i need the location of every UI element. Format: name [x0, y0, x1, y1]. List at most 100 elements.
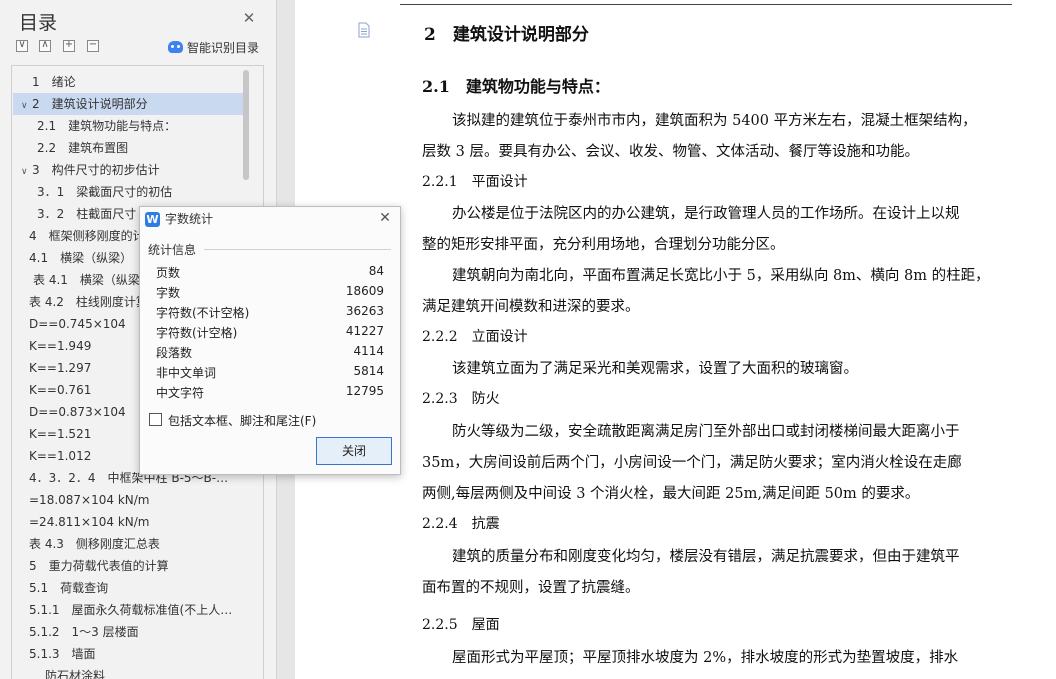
add-level-icon[interactable]: +: [63, 39, 75, 52]
dialog-title: 字数统计: [165, 212, 214, 226]
paragraph-line: 该拟建的建筑位于泰州市市内，建筑面积为 5400 平方米左右，混凝土框架结构，: [452, 113, 977, 129]
subsection-heading: 2.2.3 防火: [422, 391, 500, 407]
toc-item-label: 2.1 建筑物功能与特点：: [37, 119, 177, 133]
subsection-heading: 2.2.5 屋面: [422, 617, 500, 633]
stats-group-label: 统计信息: [148, 243, 197, 257]
include-textbox-label[interactable]: 包括文本框、脚注和尾注(F): [168, 412, 316, 429]
stat-label: 字数: [156, 286, 181, 300]
stat-label: 字符数(计空格): [156, 326, 238, 340]
stat-value: 5814: [353, 364, 384, 378]
subsection-heading: 2.1 建筑物功能与特点：: [422, 77, 610, 96]
smart-toc-label: 智能识别目录: [187, 40, 260, 55]
smart-toc-button[interactable]: 智能识别目录: [168, 38, 259, 56]
toc-item-label: 2 建筑设计说明部分: [32, 97, 148, 111]
subsection-heading: 2.2.2 立面设计: [422, 329, 528, 345]
toc-item[interactable]: 2.2 建筑布置图: [13, 137, 244, 159]
toc-item-label: 表 4.3 侧移刚度汇总表: [29, 537, 160, 551]
toc-item[interactable]: 5.1.2 1～3 层楼面: [13, 621, 244, 643]
toc-item[interactable]: ∨ 2 建筑设计说明部分: [13, 93, 244, 115]
page-header-rule: [400, 4, 1012, 5]
toc-item-label: K==1.297: [29, 361, 92, 375]
section-heading: 2 建筑设计说明部分: [424, 25, 589, 45]
word-count-dialog: W 字数统计 ✕ 统计信息 页数 84 字数 18609 字符数(不计空格) 36263 字…: [139, 206, 401, 475]
toc-item-label: K==1.012: [29, 449, 92, 463]
toc-item-label: K==1.949: [29, 339, 92, 353]
toc-item[interactable]: =24.811×104 kN/m: [13, 511, 244, 533]
toc-item-label: =24.811×104 kN/m: [29, 515, 150, 529]
stat-value: 41227: [345, 324, 384, 338]
toc-item-label: 表 4.2 柱线刚度计算: [29, 295, 148, 309]
toc-item-label: 5.1.1 屋面永久荷载标准值(不上人…: [29, 603, 233, 617]
stat-label: 页数: [156, 266, 181, 280]
wps-writer-icon: W: [145, 212, 160, 227]
paragraph-line: 面布置的不规则，设置了抗震缝。: [422, 580, 640, 596]
paragraph-line: 屋面形式为平屋顶；平屋顶排水坡度为 2%，排水坡度的形式为垫置坡度，排水: [452, 650, 959, 666]
toc-item-label: 5 重力荷载代表值的计算: [29, 559, 169, 573]
toc-item-label: 3．2 柱截面尺寸: [37, 207, 137, 221]
document-icon[interactable]: [356, 22, 372, 38]
toc-item[interactable]: 5 重力荷载代表值的计算: [13, 555, 244, 577]
toc-item-label: 2.2 建筑布置图: [37, 141, 129, 155]
toc-item-label: 3 构件尺寸的初步估计: [32, 163, 160, 177]
toc-item-label: 4.1 横梁（纵梁）: [29, 251, 133, 265]
stat-label: 段落数: [156, 346, 193, 360]
toc-item-label: K==1.521: [29, 427, 92, 441]
robot-icon: [168, 41, 183, 53]
toc-item-label: 4 框架侧移刚度的计算: [29, 229, 157, 243]
paragraph-line: 防火等级为二级，安全疏散距离满足房门至外部出口或封闭楼梯间最大距离小于: [452, 424, 960, 440]
include-textbox-checkbox[interactable]: [149, 413, 162, 426]
toc-item-label: D==0.873×104: [29, 405, 126, 419]
document-page[interactable]: [295, 0, 1056, 679]
stat-label: 非中文单词: [156, 366, 217, 380]
toc-item[interactable]: 2.1 建筑物功能与特点：: [13, 115, 244, 137]
paragraph-line: 建筑朝向为南北向，平面布置满足长宽比小于 5，采用纵向 8m、横向 8m 的柱距…: [452, 268, 990, 284]
toc-item-label: =18.087×104 kN/m: [29, 493, 150, 507]
subsection-heading: 2.2.1 平面设计: [422, 174, 528, 190]
paragraph-line: 建筑的质量分布和刚度变化均匀，楼层没有错层，满足抗震要求，但由于建筑平: [452, 549, 960, 565]
toc-item-label: 5.1 荷载查询: [29, 581, 109, 595]
paragraph-line: 35m，大房间设前后两个门，小房间设一个门，满足防火要求；室内消火栓设在走廊: [422, 455, 962, 471]
toc-item-label: 3．1 梁截面尺寸的初估: [37, 185, 173, 199]
stat-value: 12795: [345, 384, 384, 398]
group-divider: [204, 249, 391, 250]
toc-item-label: K==0.761: [29, 383, 92, 397]
expand-all-icon[interactable]: ∧: [39, 39, 51, 52]
toc-item[interactable]: =18.087×104 kN/m: [13, 489, 244, 511]
toc-item-label: 5.1.3 墙面: [29, 647, 96, 661]
close-icon[interactable]: ✕: [241, 10, 257, 26]
toc-item[interactable]: 5.1.3 墙面: [13, 643, 244, 665]
toc-item[interactable]: 防石材涂料: [13, 665, 244, 679]
dialog-close-icon[interactable]: ✕: [378, 211, 392, 225]
stat-label: 中文字符: [156, 386, 205, 400]
toc-item-label: 防石材涂料: [45, 669, 106, 679]
toc-scrollbar[interactable]: [243, 70, 249, 180]
paragraph-line: 该建筑立面为了满足采光和美观需求，设置了大面积的玻璃窗。: [452, 361, 858, 377]
stat-value: 84: [368, 264, 384, 278]
stat-value: 18609: [345, 284, 384, 298]
paragraph-line: 两侧,每层两侧及中间设 3 个消火栓，最大间距 25m,满足间距 50m 的要求…: [422, 486, 920, 502]
toc-item-label: 1 绪论: [32, 75, 76, 89]
toc-item[interactable]: 5.1 荷载查询: [13, 577, 244, 599]
paragraph-line: 办公楼是位于法院区内的办公建筑，是行政管理人员的工作场所。在设计上以规: [452, 206, 960, 222]
close-button[interactable]: 关闭: [316, 437, 392, 465]
toc-item-label: 表 4.1 横梁（纵梁）: [33, 273, 152, 287]
remove-level-icon[interactable]: −: [87, 39, 99, 52]
paragraph-line: 层数 3 层。要具有办公、会议、收发、物管、文体活动、餐厅等设施和功能。: [422, 144, 919, 160]
toc-item[interactable]: 1 绪论: [13, 71, 244, 93]
chevron-down-icon[interactable]: ∨: [21, 161, 32, 181]
toc-item[interactable]: 5.1.1 屋面永久荷载标准值(不上人…: [13, 599, 244, 621]
stat-label: 字符数(不计空格): [156, 306, 250, 320]
toc-item[interactable]: 表 4.3 侧移刚度汇总表: [13, 533, 244, 555]
chevron-down-icon[interactable]: ∨: [21, 95, 32, 115]
stat-value: 4114: [353, 344, 384, 358]
paragraph-line: 整的矩形安排平面，充分利用场地，合理划分功能分区。: [422, 237, 785, 253]
toc-item[interactable]: 3．1 梁截面尺寸的初估: [13, 181, 244, 203]
stat-value: 36263: [345, 304, 384, 318]
toc-item[interactable]: ∨ 3 构件尺寸的初步估计: [13, 159, 244, 181]
toc-item-label: D==0.745×104: [29, 317, 126, 331]
toc-pane-title: 目录: [19, 12, 58, 34]
subsection-heading: 2.2.4 抗震: [422, 516, 500, 532]
toc-item-label: 5.1.2 1～3 层楼面: [29, 625, 139, 639]
collapse-all-icon[interactable]: ∨: [16, 39, 28, 52]
paragraph-line: 满足建筑开间模数和进深的要求。: [422, 299, 640, 315]
